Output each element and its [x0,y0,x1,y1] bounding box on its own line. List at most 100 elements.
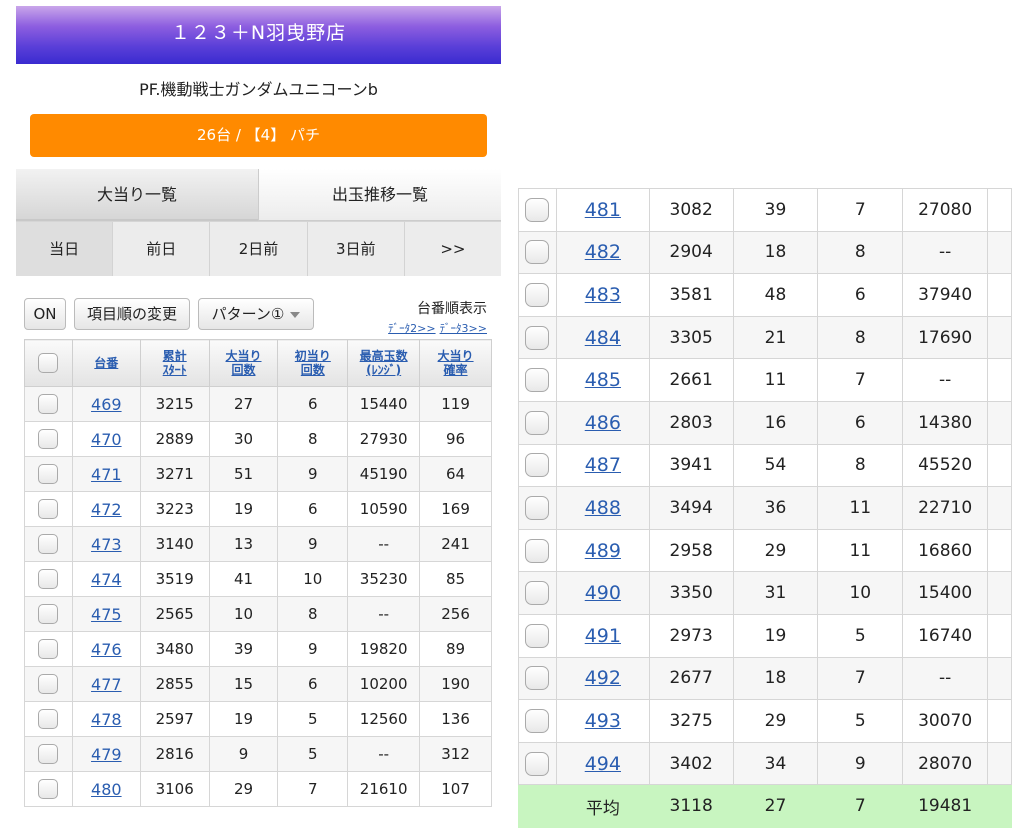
checkbox-icon[interactable] [525,368,550,393]
row-select-cell[interactable] [24,491,73,527]
row-select-cell[interactable] [518,613,557,658]
order-change-button[interactable]: 項目順の変更 [74,298,190,330]
checkbox-icon[interactable] [525,708,550,733]
checkbox-icon[interactable] [38,429,59,449]
row-select-cell[interactable] [518,528,557,573]
tab-payout-trend[interactable]: 出玉推移一覧 [258,169,501,221]
on-button[interactable]: ON [24,298,66,330]
checkbox-icon[interactable] [38,534,59,554]
table-row: 472 3223 19 6 10590 169 [24,491,492,527]
machine-number-link[interactable]: 486 [585,412,621,434]
data2-link[interactable]: ﾃﾞｰﾀ2>> [388,322,435,335]
machine-number-link[interactable]: 470 [91,430,122,449]
checkbox-icon[interactable] [525,751,550,776]
machine-number-link[interactable]: 473 [91,535,122,554]
checkbox-icon[interactable] [38,779,59,799]
checkbox-icon[interactable] [525,666,550,691]
column-header[interactable]: 初当り 回数 [277,339,349,387]
checkbox-icon[interactable] [525,495,550,520]
machine-number-link[interactable]: 492 [585,667,621,689]
machine-number-link[interactable]: 487 [585,454,621,476]
row-select-cell[interactable] [518,358,557,402]
row-select-cell[interactable] [24,386,73,422]
checkbox-icon[interactable] [38,604,59,624]
machine-number-link[interactable]: 483 [585,284,621,306]
row-select-cell[interactable] [518,443,557,488]
checkbox-icon[interactable] [525,197,550,222]
machine-number-link[interactable]: 471 [91,465,122,484]
checkbox-icon[interactable] [525,410,550,435]
machine-number-link[interactable]: 480 [91,780,122,799]
pattern-select[interactable]: パターン① [198,298,314,330]
checkbox-icon[interactable] [38,394,59,414]
checkbox-icon[interactable] [525,325,550,350]
checkbox-icon[interactable] [525,581,550,606]
machine-number-link[interactable]: 474 [91,570,122,589]
machine-number-link[interactable]: 484 [585,327,621,349]
row-select-cell[interactable] [24,526,73,562]
checkbox-icon[interactable] [525,240,550,265]
machine-count-button[interactable]: 26台 / 【4】 パチ [30,114,487,157]
row-select-cell[interactable] [518,741,557,786]
machine-number-link[interactable]: 479 [91,745,122,764]
machine-number-link[interactable]: 489 [585,540,621,562]
checkbox-icon[interactable] [525,538,550,563]
row-select-cell[interactable] [518,273,557,317]
row-select-cell[interactable] [24,596,73,632]
checkbox-icon[interactable] [525,282,550,307]
day-yesterday[interactable]: 前日 [113,222,211,276]
row-select-cell[interactable] [518,486,557,530]
machine-number-link[interactable]: 485 [585,369,621,391]
machine-number-link[interactable]: 488 [585,497,621,519]
row-select-cell[interactable] [24,736,73,772]
machine-number-link[interactable]: 476 [91,640,122,659]
day-today[interactable]: 当日 [16,222,114,276]
row-select-cell[interactable] [518,656,557,701]
machine-number-link[interactable]: 481 [585,199,621,221]
checkbox-icon[interactable] [38,569,59,589]
column-header[interactable]: 台番 [71,339,141,387]
row-select-cell[interactable] [518,315,557,360]
row-select-cell[interactable] [24,701,73,737]
machine-number-link[interactable]: 477 [91,675,122,694]
checkbox-icon[interactable] [38,709,59,729]
machine-number-link[interactable]: 491 [585,625,621,647]
row-select-cell[interactable] [24,631,73,667]
row-select-cell[interactable] [518,230,557,275]
checkbox-icon[interactable] [38,639,59,659]
checkbox-icon[interactable] [38,499,59,519]
machine-number-link[interactable]: 475 [91,605,122,624]
data3-link[interactable]: ﾃﾞｰﾀ3>> [440,322,487,335]
checkbox-icon[interactable] [525,623,550,648]
machine-number-link[interactable]: 472 [91,500,122,519]
tab-jackpot-list[interactable]: 大当り一覧 [16,169,258,221]
column-header[interactable]: 最高玉数 (ﾚﾝｼﾞ) [347,339,421,387]
day-3-days-ago[interactable]: 3日前 [308,222,405,276]
machine-number-link[interactable]: 490 [585,582,621,604]
row-select-cell[interactable] [24,771,73,807]
machine-number-link[interactable]: 494 [585,753,621,775]
column-header[interactable]: 大当り 確率 [419,339,492,387]
machine-number-link[interactable]: 469 [91,395,122,414]
day-2-days-ago[interactable]: 2日前 [210,222,308,276]
row-select-cell[interactable] [518,400,557,445]
row-select-cell[interactable] [518,699,557,743]
row-select-cell[interactable] [24,456,73,492]
day-more[interactable]: >> [405,222,501,276]
row-select-cell[interactable] [518,188,557,232]
column-header[interactable]: 大当り 回数 [208,339,279,387]
row-select-cell[interactable] [24,421,73,457]
column-header[interactable]: 累計 ｽﾀｰﾄ [139,339,210,387]
checkbox-icon[interactable] [38,744,59,764]
checkbox-icon[interactable] [38,674,59,694]
row-select-cell[interactable] [24,666,73,702]
checkbox-icon[interactable] [38,464,59,484]
machine-number-link[interactable]: 478 [91,710,122,729]
data-cell: 11 [817,486,904,530]
select-all-header[interactable] [24,339,73,387]
row-select-cell[interactable] [24,561,73,597]
machine-number-link[interactable]: 482 [585,241,621,263]
checkbox-icon[interactable] [525,453,550,478]
machine-number-link[interactable]: 493 [585,710,621,732]
row-select-cell[interactable] [518,571,557,615]
